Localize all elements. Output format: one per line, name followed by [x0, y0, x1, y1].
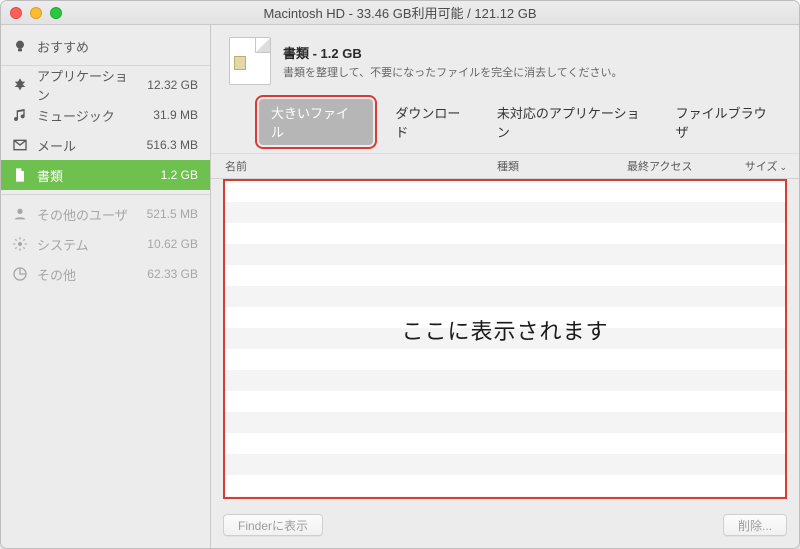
tab-label: 未対応のアプリケーション	[497, 106, 640, 140]
sidebar-separator	[1, 194, 210, 195]
col-size[interactable]: サイズ⌄	[727, 158, 787, 174]
applications-icon	[11, 76, 29, 94]
titlebar: Macintosh HD - 33.46 GB利用可能 / 121.12 GB	[1, 1, 799, 25]
window-title: Macintosh HD - 33.46 GB利用可能 / 121.12 GB	[1, 3, 799, 22]
mail-icon	[11, 136, 29, 154]
column-headers: 名前 種類 最終アクセス サイズ⌄	[211, 153, 799, 179]
sidebar-item-other-users[interactable]: その他のユーザ 521.5 MB	[1, 199, 210, 229]
sidebar-item-size: 62.33 GB	[147, 267, 198, 281]
minimize-window-button[interactable]	[30, 7, 42, 19]
sidebar-item-label: システム	[37, 235, 139, 254]
col-kind[interactable]: 種類	[497, 158, 627, 174]
gear-icon	[11, 235, 29, 253]
category-header: 書類 - 1.2 GB 書類を整理して、不要になったファイルを完全に消去してくだ…	[211, 25, 799, 95]
sidebar-item-recommended[interactable]: おすすめ	[1, 31, 210, 61]
zoom-window-button[interactable]	[50, 7, 62, 19]
category-title: 書類 - 1.2 GB	[283, 43, 622, 62]
sidebar-item-label: ミュージック	[37, 106, 145, 125]
users-icon	[11, 205, 29, 223]
tab-downloads[interactable]: ダウンロード	[393, 99, 475, 145]
sidebar-item-label: 書類	[37, 166, 153, 185]
show-in-finder-button[interactable]: Finderに表示	[223, 514, 323, 536]
tabbar: 大きいファイル ダウンロード 未対応のアプリケーション ファイルブラウザ	[211, 95, 799, 153]
sidebar-item-other[interactable]: その他 62.33 GB	[1, 259, 210, 289]
sidebar-item-size: 1.2 GB	[161, 168, 198, 182]
sidebar-item-label: メール	[37, 136, 139, 155]
sidebar-item-size: 31.9 MB	[153, 108, 198, 122]
footer: Finderに表示 削除...	[211, 505, 799, 548]
tab-label: 大きいファイル	[271, 106, 349, 140]
storage-management-window: Macintosh HD - 33.46 GB利用可能 / 121.12 GB …	[0, 0, 800, 549]
sidebar-item-size: 516.3 MB	[147, 138, 198, 152]
col-name[interactable]: 名前	[225, 158, 497, 174]
pie-icon	[11, 265, 29, 283]
sidebar-item-size: 521.5 MB	[147, 207, 198, 221]
window-controls	[10, 7, 62, 19]
sidebar-item-size: 10.62 GB	[147, 237, 198, 251]
tab-unsupported[interactable]: 未対応のアプリケーション	[495, 99, 654, 145]
sidebar-item-label: その他	[37, 265, 139, 284]
col-accessed[interactable]: 最終アクセス	[627, 158, 727, 174]
sidebar-item-documents[interactable]: 書類 1.2 GB	[1, 160, 210, 190]
sidebar-item-label: おすすめ	[37, 37, 190, 56]
document-archive-icon	[229, 37, 271, 85]
documents-icon	[11, 166, 29, 184]
sidebar-item-system[interactable]: システム 10.62 GB	[1, 229, 210, 259]
lightbulb-icon	[11, 37, 29, 55]
tab-label: ダウンロード	[395, 106, 460, 140]
close-window-button[interactable]	[10, 7, 22, 19]
tab-label: ファイルブラウザ	[676, 106, 767, 140]
tab-file-browser[interactable]: ファイルブラウザ	[674, 99, 781, 145]
sidebar: おすすめ アプリケーション 12.32 GB ミュージック 31.9 MB	[1, 25, 211, 548]
category-subtitle: 書類を整理して、不要になったファイルを完全に消去してください。	[283, 64, 622, 80]
sidebar-item-label: アプリケーション	[37, 66, 139, 104]
sidebar-item-music[interactable]: ミュージック 31.9 MB	[1, 100, 210, 130]
tab-large-files[interactable]: 大きいファイル	[259, 99, 373, 145]
delete-button[interactable]: 削除...	[723, 514, 787, 536]
sidebar-item-applications[interactable]: アプリケーション 12.32 GB	[1, 70, 210, 100]
sidebar-item-size: 12.32 GB	[147, 78, 198, 92]
music-icon	[11, 106, 29, 124]
main-pane: 書類 - 1.2 GB 書類を整理して、不要になったファイルを完全に消去してくだ…	[211, 25, 799, 548]
sort-indicator-icon: ⌄	[779, 162, 787, 172]
list-placeholder: ここに表示されます	[225, 314, 785, 346]
sidebar-item-label: その他のユーザ	[37, 205, 139, 224]
sidebar-item-mail[interactable]: メール 516.3 MB	[1, 130, 210, 160]
file-list[interactable]: ここに表示されます	[223, 179, 787, 499]
